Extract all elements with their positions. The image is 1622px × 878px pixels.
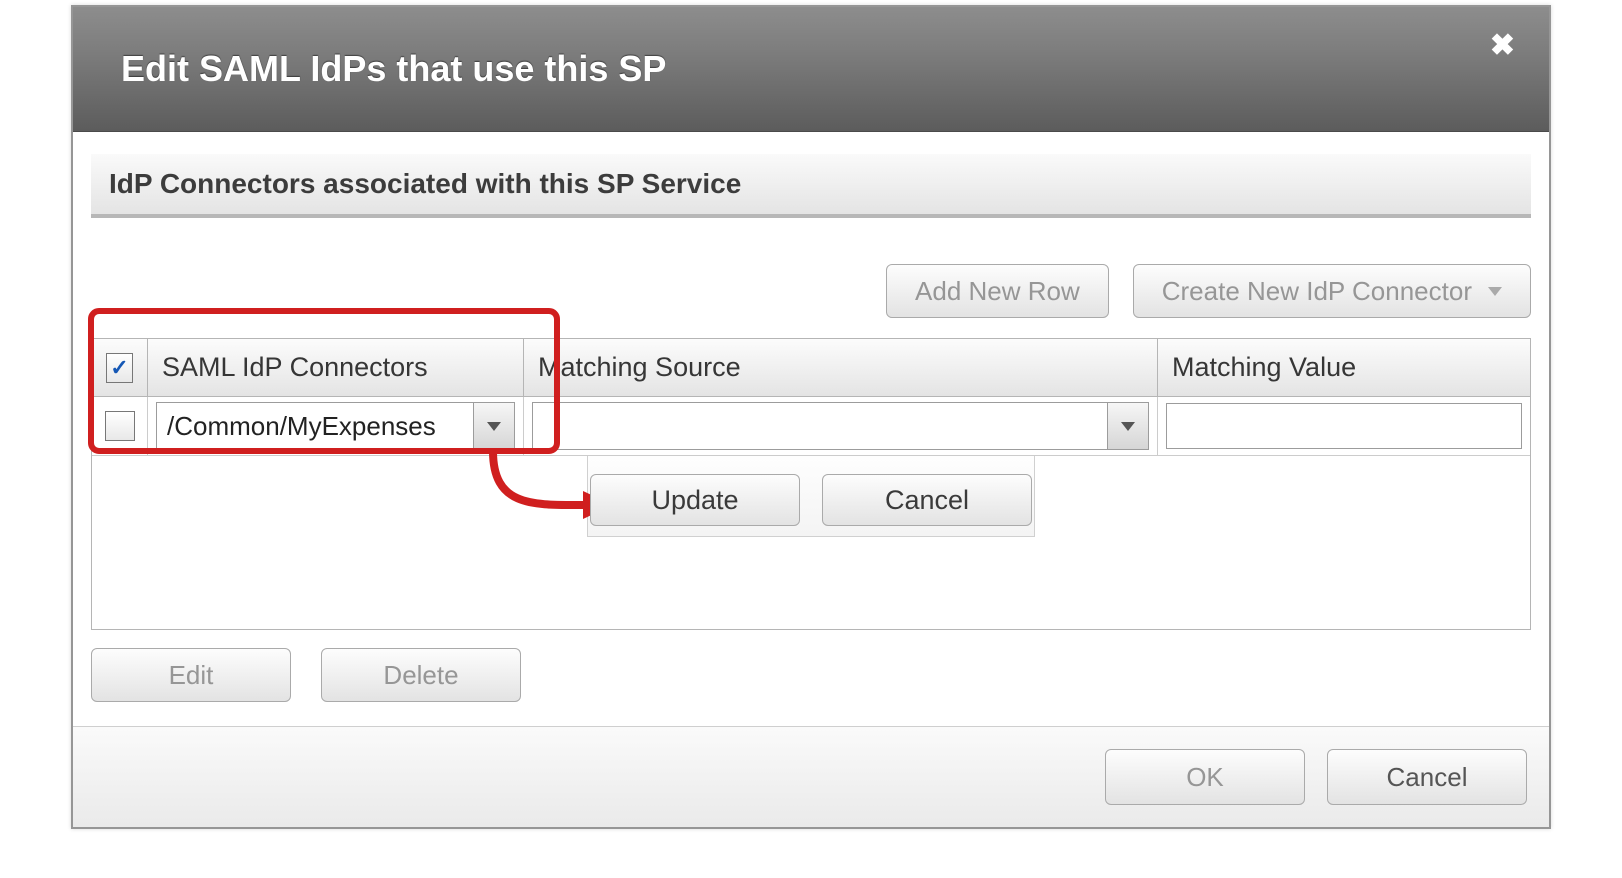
saml-idp-connector-value: /Common/MyExpenses bbox=[157, 403, 473, 449]
matching-source-value bbox=[533, 403, 1107, 449]
chevron-down-icon bbox=[1488, 287, 1502, 296]
update-button[interactable]: Update bbox=[590, 474, 800, 526]
cancel-row-label: Cancel bbox=[885, 485, 969, 516]
close-icon[interactable]: ✖ bbox=[1490, 31, 1515, 61]
saml-idp-connector-select[interactable]: /Common/MyExpenses bbox=[156, 402, 515, 450]
table-header-row: SAML IdP Connectors Matching Source Matc… bbox=[92, 339, 1530, 397]
row-connector-cell: /Common/MyExpenses bbox=[148, 397, 524, 455]
dialog-body: IdP Connectors associated with this SP S… bbox=[73, 132, 1549, 702]
header-matching-value[interactable]: Matching Value bbox=[1158, 339, 1530, 397]
dialog-footer: OK Cancel bbox=[73, 726, 1549, 827]
row-action-buttons: Update Cancel bbox=[92, 474, 1530, 526]
update-label: Update bbox=[651, 485, 738, 516]
create-new-idp-connector-button[interactable]: Create New IdP Connector bbox=[1133, 264, 1531, 318]
row-checkbox[interactable] bbox=[105, 411, 135, 441]
section-title: IdP Connectors associated with this SP S… bbox=[91, 154, 1531, 218]
table-row: /Common/MyExpenses bbox=[92, 397, 1530, 456]
add-new-row-label: Add New Row bbox=[915, 276, 1080, 307]
edit-label: Edit bbox=[169, 660, 214, 691]
add-new-row-button[interactable]: Add New Row bbox=[886, 264, 1109, 318]
idp-connectors-table: SAML IdP Connectors Matching Source Matc… bbox=[91, 338, 1531, 630]
dialog-title: Edit SAML IdPs that use this SP bbox=[121, 48, 666, 90]
chevron-down-icon[interactable] bbox=[1107, 403, 1148, 449]
top-button-row: Add New Row Create New IdP Connector bbox=[91, 264, 1531, 318]
row-matching-value-cell bbox=[1158, 397, 1530, 455]
header-saml-idp-connectors[interactable]: SAML IdP Connectors bbox=[148, 339, 524, 397]
grid-bottom-buttons: Edit Delete bbox=[91, 648, 1531, 702]
dialog-titlebar: Edit SAML IdPs that use this SP ✖ bbox=[73, 7, 1549, 132]
select-all-checkbox[interactable] bbox=[106, 353, 133, 383]
delete-label: Delete bbox=[383, 660, 458, 691]
row-matching-source-cell bbox=[524, 397, 1158, 455]
cancel-row-button[interactable]: Cancel bbox=[822, 474, 1032, 526]
delete-button[interactable]: Delete bbox=[321, 648, 521, 702]
chevron-down-icon[interactable] bbox=[473, 403, 514, 449]
matching-source-select[interactable] bbox=[532, 402, 1149, 450]
edit-button[interactable]: Edit bbox=[91, 648, 291, 702]
row-checkbox-cell[interactable] bbox=[92, 397, 148, 455]
cancel-label: Cancel bbox=[1387, 762, 1468, 793]
ok-button[interactable]: OK bbox=[1105, 749, 1305, 805]
cancel-button[interactable]: Cancel bbox=[1327, 749, 1527, 805]
ok-label: OK bbox=[1186, 762, 1224, 793]
matching-value-input[interactable] bbox=[1166, 403, 1522, 449]
dialog: Edit SAML IdPs that use this SP ✖ IdP Co… bbox=[71, 5, 1551, 829]
create-new-idp-connector-label: Create New IdP Connector bbox=[1162, 276, 1472, 307]
header-matching-source[interactable]: Matching Source bbox=[524, 339, 1158, 397]
header-select-all[interactable] bbox=[92, 339, 148, 397]
